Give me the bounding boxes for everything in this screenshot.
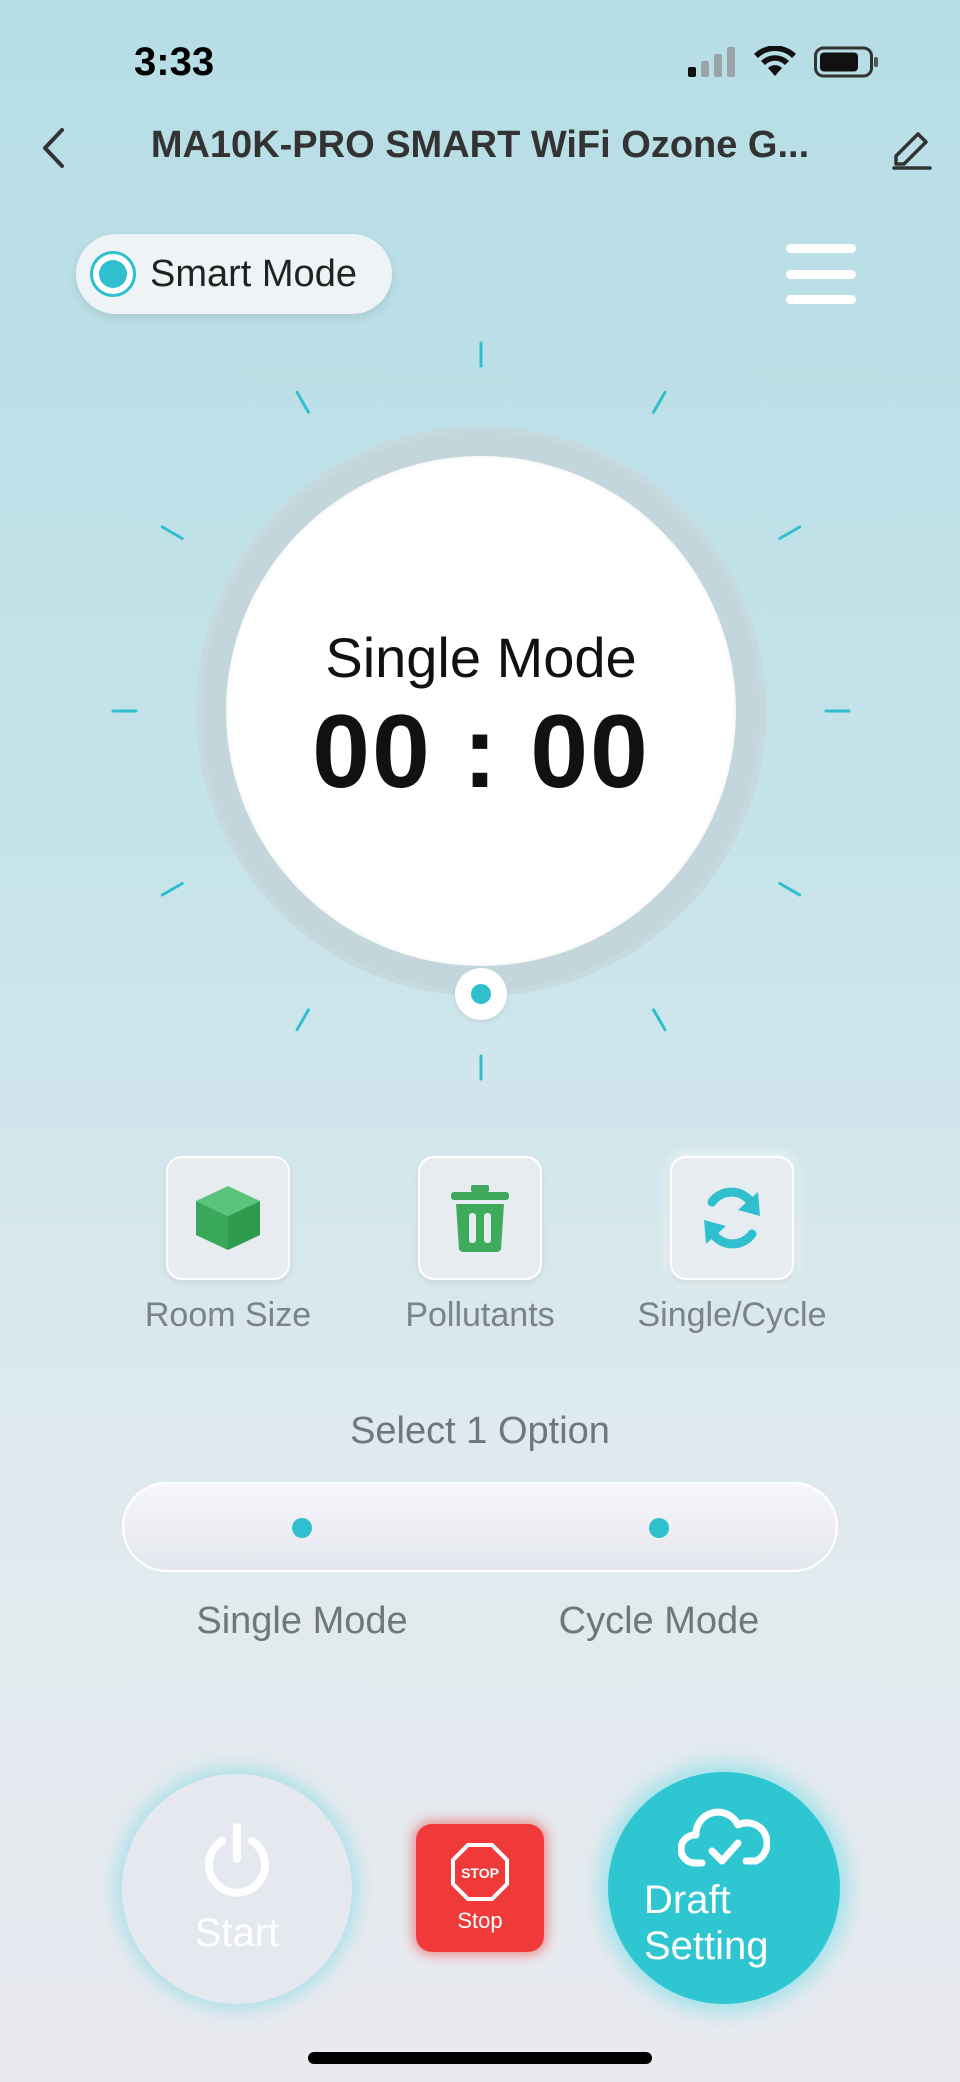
- cloud-check-icon: [678, 1808, 770, 1867]
- trash-icon: [451, 1185, 509, 1252]
- dial-tick: [778, 882, 802, 897]
- cube-icon: [196, 1186, 260, 1250]
- stop-label: Stop: [457, 1908, 503, 1933]
- cycle-mode-option[interactable]: Cycle Mode: [509, 1600, 809, 1643]
- start-button[interactable]: Start: [122, 1774, 352, 2004]
- refresh-icon: [704, 1187, 760, 1249]
- cycle-mode-stop[interactable]: [649, 1518, 669, 1538]
- dial-tick: [295, 1008, 310, 1032]
- dial-tick: [160, 525, 184, 540]
- room-size-label: Room Size: [144, 1296, 312, 1334]
- timer-value: 00 : 00: [312, 693, 650, 810]
- stop-sign-icon: STOP: [451, 1843, 509, 1901]
- draft-setting-label: Draft Setting: [644, 1878, 769, 1968]
- single-cycle-label: Single/Cycle: [637, 1296, 827, 1334]
- single-mode-option[interactable]: Single Mode: [152, 1600, 452, 1643]
- pollutants-button[interactable]: [418, 1156, 542, 1280]
- start-label: Start: [194, 1910, 280, 1955]
- home-indicator: [308, 2052, 652, 2064]
- mode-slider-track[interactable]: [122, 1482, 838, 1572]
- draft-setting-button[interactable]: Draft Setting: [608, 1772, 840, 2004]
- dial-tick: [652, 1008, 667, 1032]
- select-prompt: Select 1 Option: [350, 1410, 610, 1452]
- timer-display: Single Mode 00 : 00: [226, 456, 736, 966]
- dial-handle[interactable]: [455, 968, 507, 1020]
- svg-text:STOP: STOP: [461, 1865, 499, 1881]
- single-mode-stop[interactable]: [292, 1518, 312, 1538]
- dial-tick: [652, 390, 667, 414]
- timer-mode-label: Single Mode: [325, 625, 637, 689]
- power-icon: [205, 1822, 269, 1897]
- dial-tick: [295, 390, 310, 414]
- pollutants-label: Pollutants: [405, 1296, 555, 1334]
- dial-tick: [778, 525, 802, 540]
- stop-button[interactable]: STOP Stop: [416, 1824, 544, 1952]
- single-cycle-button[interactable]: [670, 1156, 794, 1280]
- dial-tick: [160, 882, 184, 897]
- room-size-button[interactable]: [166, 1156, 290, 1280]
